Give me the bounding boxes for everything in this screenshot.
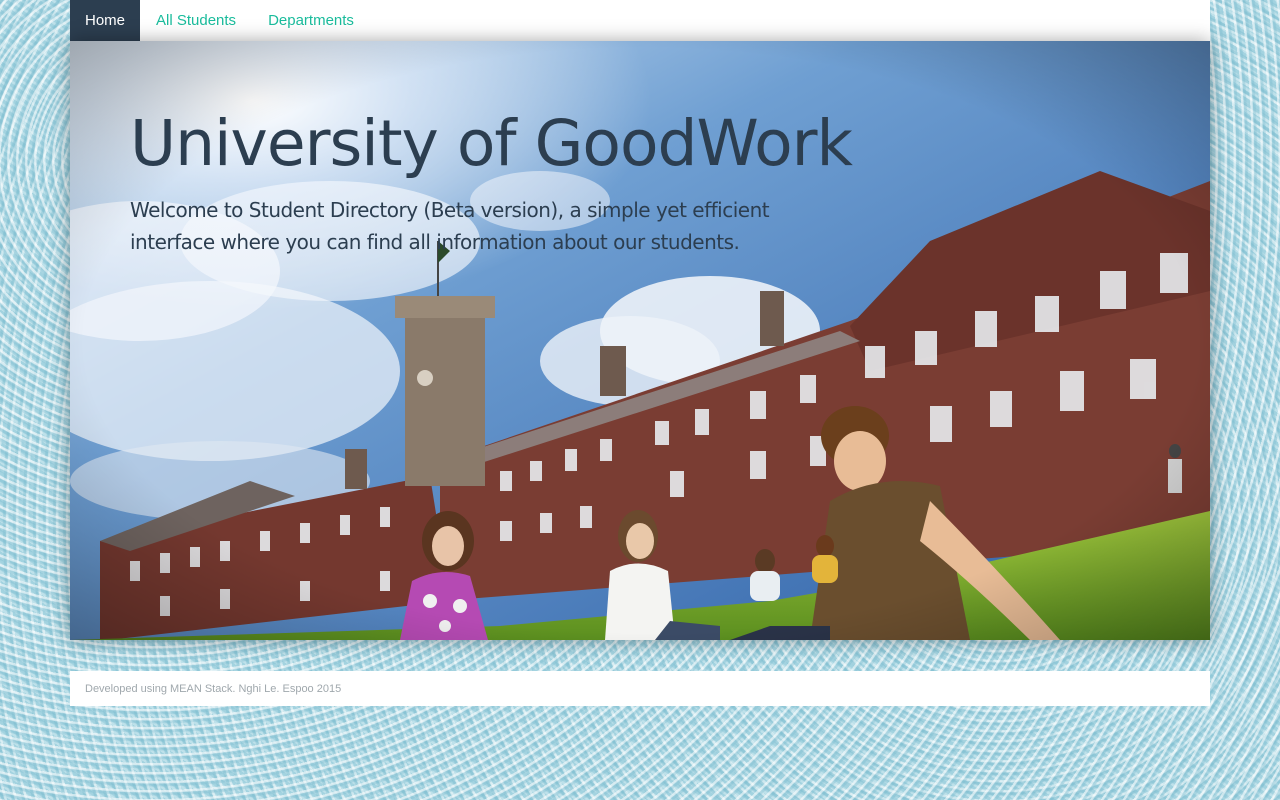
nav-departments[interactable]: Departments xyxy=(252,0,370,41)
nav-home[interactable]: Home xyxy=(70,0,141,41)
page-footer: Developed using MEAN Stack. Nghi Le. Esp… xyxy=(70,671,1210,706)
nav-all-students[interactable]: All Students xyxy=(140,0,252,41)
top-navbar: Home All Students Departments xyxy=(70,0,1210,41)
hero-subtitle: Welcome to Student Directory (Beta versi… xyxy=(130,198,770,254)
hero-title: University of GoodWork xyxy=(130,107,853,180)
hero-jumbotron: University of GoodWork Welcome to Studen… xyxy=(70,41,1210,640)
footer-text: Developed using MEAN Stack. Nghi Le. Esp… xyxy=(85,682,342,695)
